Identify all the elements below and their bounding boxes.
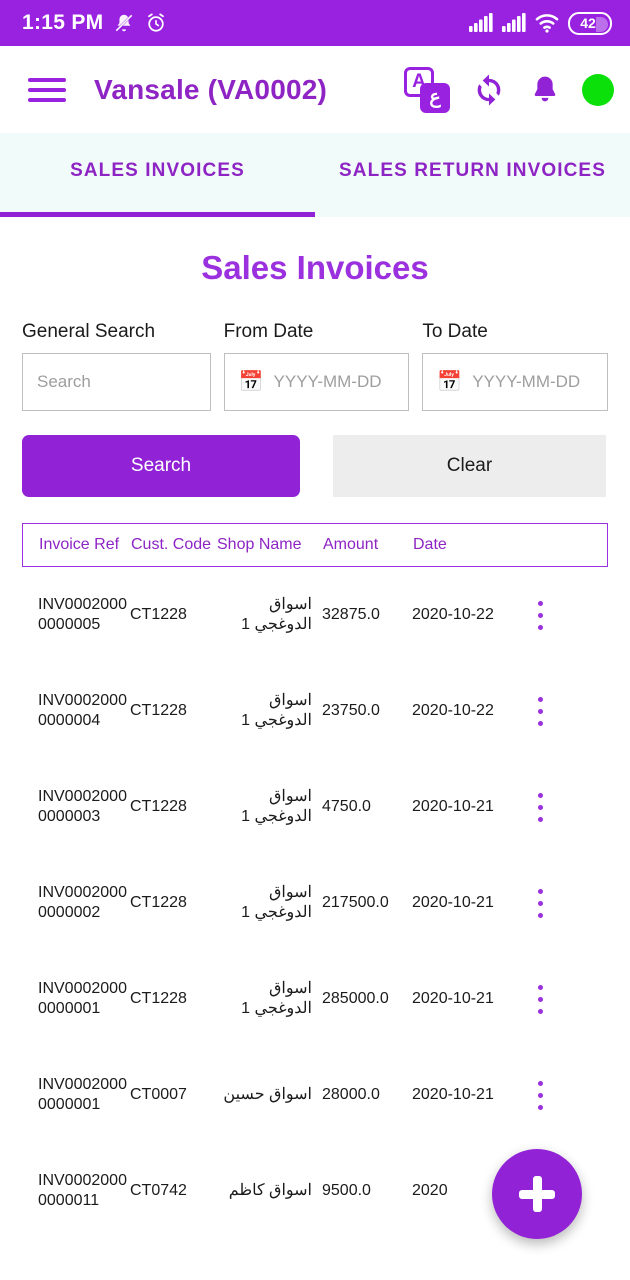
cell-invoice-ref: INV00020000000003: [38, 788, 127, 825]
app-bar: Vansale (VA0002) A ع: [0, 46, 630, 133]
notification-bell-icon[interactable]: [528, 73, 562, 107]
cell-cust-code: CT1228: [130, 990, 187, 1008]
online-status-dot[interactable]: [582, 73, 614, 106]
more-vertical-icon[interactable]: [518, 888, 562, 918]
cell-cust-code: CT1228: [130, 702, 187, 720]
language-arabic-label: ع: [420, 82, 450, 113]
to-date-input[interactable]: 📅 YYYY-MM-DD: [422, 353, 608, 411]
more-vertical-icon[interactable]: [518, 1080, 562, 1110]
cell-invoice-ref: INV00020000000001: [38, 1076, 127, 1113]
cell-amount: 32875.0: [322, 606, 380, 624]
wifi-icon: [535, 13, 559, 33]
status-bar-clock: 1:15 PM: [22, 11, 104, 34]
general-search-field: General Search Search: [22, 321, 211, 411]
cell-cust-code: CT1228: [130, 606, 187, 624]
more-vertical-icon[interactable]: [518, 600, 562, 630]
status-bar: 1:15 PM 42: [0, 0, 630, 46]
main-content: Sales Invoices General Search Search Fro…: [0, 249, 630, 1239]
filter-bar: General Search Search From Date 📅 YYYY-M…: [22, 321, 608, 411]
tab-sales-return-invoices[interactable]: SALES RETURN INVOICES: [315, 133, 630, 217]
cell-shop-name: اسواق حسين: [223, 1086, 312, 1104]
language-switch-icon[interactable]: A ع: [404, 66, 450, 113]
cell-amount: 23750.0: [322, 702, 380, 720]
cell-invoice-ref: INV00020000000004: [38, 692, 127, 729]
status-bar-right: 42: [469, 11, 612, 35]
cell-shop-name: اسواق كاظم: [228, 1182, 312, 1200]
cell-invoice-ref: INV00020000000011: [38, 1172, 127, 1209]
more-vertical-icon[interactable]: [518, 984, 562, 1014]
signal-bars-icon: [469, 13, 493, 33]
cell-cust-code: CT0742: [130, 1182, 187, 1200]
calendar-icon: 📅: [437, 371, 463, 393]
table-row[interactable]: INV00020000000002 CT1228 اسواق الدوغجي 1 21…: [22, 855, 608, 951]
cell-amount: 9500.0: [322, 1182, 371, 1200]
app-bar-actions: A ع: [404, 66, 614, 113]
from-date-placeholder: YYYY-MM-DD: [273, 372, 382, 391]
cell-invoice-ref: INV00020000000002: [38, 884, 127, 921]
add-invoice-fab[interactable]: [492, 1149, 582, 1239]
column-header-invoice-ref: Invoice Ref: [39, 536, 120, 553]
search-button[interactable]: Search: [22, 435, 300, 497]
page-title: Vansale (VA0002): [94, 73, 328, 105]
cell-invoice-ref: INV00020000000005: [38, 596, 127, 633]
table-header-row: Invoice Ref Cust. Code Shop Name Amount …: [22, 523, 608, 567]
battery-indicator: 42: [568, 11, 612, 35]
from-date-input[interactable]: 📅 YYYY-MM-DD: [223, 353, 410, 411]
column-header-cust-code: Cust. Code: [131, 536, 212, 553]
cell-invoice-ref: INV00020000000001: [38, 980, 127, 1017]
tab-bar: SALES INVOICES SALES RETURN INVOICES: [0, 133, 630, 217]
search-input-placeholder: Search: [37, 372, 91, 391]
more-vertical-icon[interactable]: [518, 792, 562, 822]
alarm-clock-icon: [145, 12, 167, 34]
column-header-date: Date: [413, 536, 447, 553]
sync-refresh-icon[interactable]: [470, 71, 508, 109]
cell-amount: 28000.0: [322, 1086, 380, 1104]
cell-shop-name: اسواق الدوغجي 1: [241, 692, 312, 729]
column-header-amount: Amount: [323, 536, 379, 553]
search-input[interactable]: Search: [22, 353, 211, 411]
cell-date: 2020-10-21: [412, 1086, 494, 1104]
to-date-label: To Date: [422, 321, 488, 342]
cell-cust-code: CT0007: [130, 1086, 187, 1104]
app-screen: 1:15 PM 42 Vansale (VA0002) A ع SALES IN…: [0, 0, 630, 1280]
calendar-icon: 📅: [238, 371, 264, 393]
table-row[interactable]: INV00020000000001 CT1228 اسواق الدوغجي 1 28…: [22, 951, 608, 1047]
bell-muted-icon: [113, 12, 135, 34]
clear-button[interactable]: Clear: [333, 435, 606, 497]
section-heading: Sales Invoices: [201, 249, 429, 286]
cell-date: 2020-10-21: [412, 798, 494, 816]
cell-date: 2020-10-21: [412, 894, 494, 912]
cell-shop-name: اسواق الدوغجي 1: [241, 980, 312, 1017]
table-row[interactable]: INV00020000000004 CT1228 اسواق الدوغجي 1 23…: [22, 663, 608, 759]
battery-level: 42: [580, 15, 596, 31]
table-row[interactable]: INV00020000000003 CT1228 اسواق الدوغجي 1 47…: [22, 759, 608, 855]
table-row[interactable]: INV00020000000001 CT0007 اسواق حسين 28000.0…: [22, 1047, 608, 1143]
cell-shop-name: اسواق الدوغجي 1: [241, 884, 312, 921]
table-body: INV00020000000005 CT1228 اسواق الدوغجي 1 32…: [22, 567, 608, 1239]
tab-sales-invoices[interactable]: SALES INVOICES: [0, 133, 315, 217]
filter-actions: Search Clear: [22, 435, 608, 497]
column-header-shop-name: Shop Name: [217, 536, 302, 553]
cell-cust-code: CT1228: [130, 894, 187, 912]
cell-shop-name: اسواق الدوغجي 1: [241, 596, 312, 633]
general-search-label: General Search: [22, 321, 156, 342]
cell-cust-code: CT1228: [130, 798, 187, 816]
cell-amount: 285000.0: [322, 990, 389, 1008]
cell-shop-name: اسواق الدوغجي 1: [241, 788, 312, 825]
from-date-label: From Date: [223, 321, 314, 342]
cell-date: 2020-10-22: [412, 606, 494, 624]
cell-date: 2020-10-22: [412, 702, 494, 720]
from-date-field: From Date 📅 YYYY-MM-DD: [223, 321, 410, 411]
status-bar-left: 1:15 PM: [22, 11, 167, 35]
to-date-placeholder: YYYY-MM-DD: [472, 372, 581, 391]
cell-date: 2020-10-21: [412, 990, 494, 1008]
cell-amount: 4750.0: [322, 798, 371, 816]
invoices-table: Invoice Ref Cust. Code Shop Name Amount …: [22, 523, 608, 1239]
signal-bars-icon: [502, 13, 526, 33]
more-vertical-icon[interactable]: [518, 696, 562, 726]
to-date-field: To Date 📅 YYYY-MM-DD: [422, 321, 608, 411]
hamburger-menu-icon[interactable]: [28, 77, 66, 102]
cell-amount: 217500.0: [322, 894, 389, 912]
table-row[interactable]: INV00020000000005 CT1228 اسواق الدوغجي 1 32…: [22, 567, 608, 663]
